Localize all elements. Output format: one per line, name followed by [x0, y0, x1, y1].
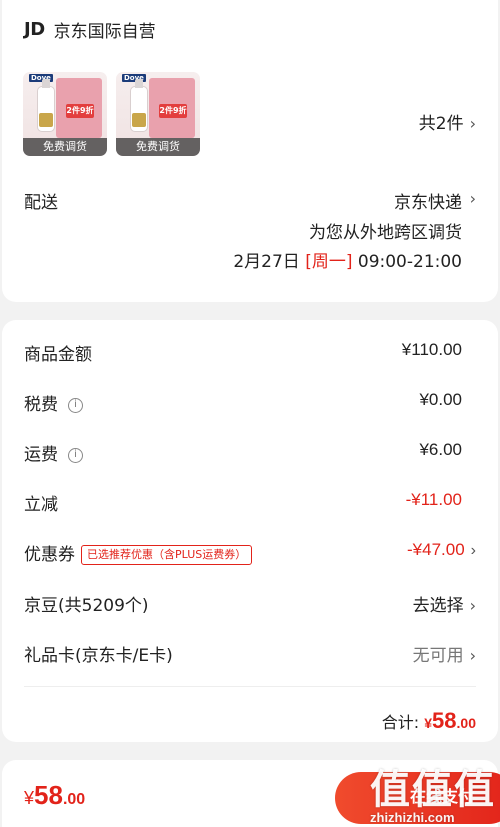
delivery-carrier[interactable]: 京东快递	[394, 188, 462, 213]
chevron-right-icon: ›	[469, 646, 476, 665]
total-int: 58	[432, 708, 457, 733]
chevron-right-icon[interactable]: ›	[470, 189, 476, 208]
order-card: JD 京东国际自营 Dove 2件9折 免费调货 Dove 2件9折 免费调货 …	[2, 0, 498, 302]
shipping-row: 运费 i	[24, 440, 83, 465]
free-transfer-tag: 免费调货	[116, 138, 200, 156]
free-transfer-tag: 免费调货	[23, 138, 107, 156]
delivery-note: 为您从外地跨区调货	[309, 223, 462, 243]
jingdou-value: 去选择	[412, 596, 464, 616]
chevron-right-icon: ›	[469, 114, 476, 133]
info-icon[interactable]: i	[68, 447, 83, 463]
jingdou-select[interactable]: 去选择 ›	[413, 591, 476, 616]
info-icon[interactable]: i	[68, 397, 83, 413]
total-label: 合计:	[381, 713, 420, 732]
price-symbol: ¥	[24, 788, 35, 808]
watermark-logo: 值值值	[370, 768, 496, 812]
delivery-time: 2月27日 [周一] 09:00-21:00	[233, 247, 462, 272]
item-count-label: 共2件	[418, 114, 464, 134]
coupon-badge: 已选推荐优惠（含PLUS运费券）	[81, 545, 253, 565]
coupon-label: 优惠券	[24, 545, 75, 565]
tax-value: ¥0.00	[419, 390, 462, 409]
price-dec: .00	[62, 791, 86, 808]
discount-value: -¥11.00	[405, 490, 462, 509]
delivery-weekday: [周一]	[305, 252, 353, 272]
product-thumbnail[interactable]: Dove 2件9折 免费调货	[23, 72, 107, 156]
bottom-price: ¥58.00	[24, 780, 85, 811]
total-row: 合计: ¥58.00	[382, 708, 476, 734]
shipping-value: ¥6.00	[419, 440, 462, 459]
total-symbol: ¥	[424, 715, 433, 731]
shop-header: JD 京东国际自营	[24, 17, 156, 42]
giftcard-select[interactable]: 无可用 ›	[413, 641, 476, 666]
coupon-value-row[interactable]: -¥47.00 ›	[407, 540, 476, 560]
product-thumbnail[interactable]: Dove 2件9折 免费调货	[116, 72, 200, 156]
tax-label: 税费	[24, 395, 58, 415]
shipping-label: 运费	[24, 445, 58, 465]
watermark: 值值值 zhizhizhi.com	[370, 770, 496, 825]
price-int: 58	[34, 780, 63, 810]
coupon-row[interactable]: 优惠券 已选推荐优惠（含PLUS运费券）	[24, 540, 253, 565]
promo-sticker: 2件9折	[66, 104, 94, 118]
total-amount: ¥58.00	[424, 708, 476, 733]
bottle-image	[37, 79, 55, 132]
discount-label: 立减	[24, 495, 58, 515]
jd-logo: JD	[24, 19, 45, 40]
price-summary-card: 商品金额 ¥110.00 税费 i ¥0.00 运费 i ¥6.00 立减 -¥11…	[2, 320, 498, 742]
divider	[24, 686, 476, 687]
watermark-site: zhizhizhi.com	[370, 810, 455, 825]
delivery-date: 2月27日	[233, 252, 300, 272]
giftcard-value: 无可用	[412, 646, 464, 666]
giftcard-label: 礼品卡(京东卡/E卡)	[24, 646, 173, 666]
jingdou-label: 京豆(共5209个)	[24, 596, 149, 616]
item-count[interactable]: 共2件 ›	[419, 109, 476, 134]
delivery-window: 09:00-21:00	[357, 252, 462, 272]
promo-sticker: 2件9折	[159, 104, 187, 118]
shop-name: 京东国际自营	[53, 22, 156, 42]
total-dec: .00	[456, 715, 476, 731]
delivery-label: 配送	[24, 193, 58, 213]
chevron-right-icon: ›	[470, 542, 476, 559]
coupon-value: -¥47.00	[407, 540, 465, 559]
goods-amount-label: 商品金额	[24, 345, 92, 365]
goods-amount-value: ¥110.00	[401, 340, 462, 359]
tax-row: 税费 i	[24, 390, 83, 415]
chevron-right-icon: ›	[469, 596, 476, 615]
bottle-image	[130, 79, 148, 132]
